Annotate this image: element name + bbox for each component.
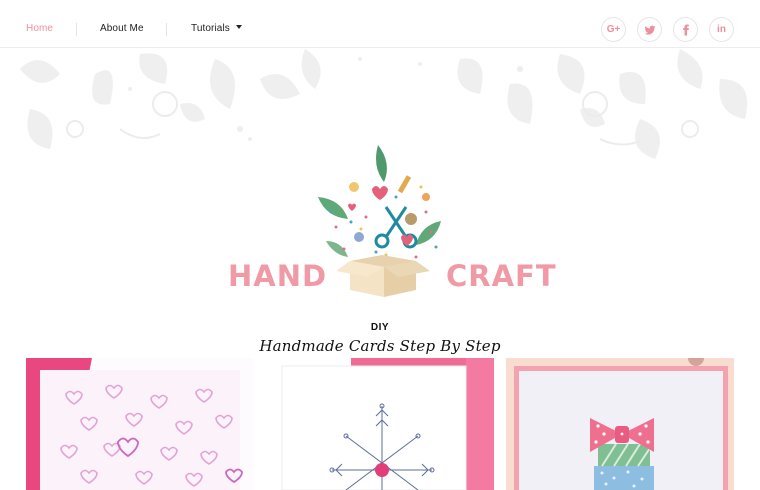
hero-header: HAND CRAFT DIY Handmade Cards Step By St… [0,49,760,355]
bow-gift-card-image [506,358,734,490]
google-plus-icon: G+ [606,24,621,35]
brand-word-hand: HAND [228,259,328,293]
chevron-down-icon [235,25,242,30]
nav-home-link[interactable]: Home [26,23,53,34]
snowflake-card-thumbnail[interactable] [266,358,494,490]
nav-divider [166,23,167,36]
nav-tutorials-dropdown[interactable]: Tutorials [191,23,242,34]
twitter-button[interactable] [637,17,662,42]
facebook-button[interactable] [673,17,698,42]
hearts-card-image [26,358,254,490]
bow-gift-card-thumbnail[interactable] [506,358,734,490]
google-plus-button[interactable]: G+ [601,17,626,42]
kicker-text: DIY [370,322,390,333]
twitter-icon [644,25,655,35]
linkedin-button[interactable]: in [709,17,734,42]
snowflake-card-image [266,358,494,490]
nav-tutorials-label: Tutorials [191,23,230,34]
brand-word-craft: CRAFT [446,259,557,293]
linkedin-icon: in [717,24,726,35]
nav-divider [76,23,77,36]
top-navigation: Home About Me Tutorials G+ in [0,0,760,48]
site-tagline: Handmade Cards Step By Step [259,337,501,355]
facebook-icon [682,24,689,35]
hearts-card-thumbnail[interactable] [26,358,254,490]
nav-about-link[interactable]: About Me [100,23,144,34]
